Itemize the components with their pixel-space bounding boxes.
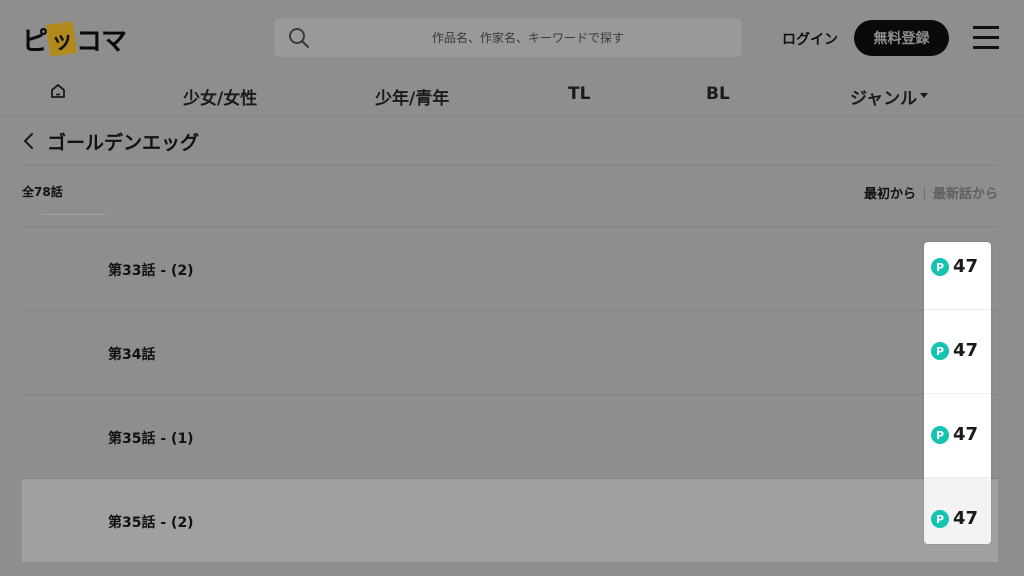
logo-text-tag: ッ: [45, 21, 78, 57]
price-column: P 47 P 47 P 47 P 47: [924, 242, 991, 544]
episode-row[interactable]: 第33話 - (2): [22, 226, 998, 310]
logo-text-before: ピ: [22, 26, 48, 57]
count-underline: [42, 214, 106, 215]
episode-row[interactable]: 第35話 - (2): [22, 478, 998, 562]
nav-genre-label: ジャンル: [850, 89, 918, 109]
point-coin-icon: P: [931, 510, 949, 528]
episode-title: 第35話 - (2): [108, 515, 194, 531]
price-value: 47: [953, 340, 979, 361]
episode-price[interactable]: P 47: [924, 393, 991, 477]
home-icon[interactable]: [49, 82, 67, 100]
nav-tab-genre[interactable]: ジャンル: [850, 84, 929, 109]
episode-price[interactable]: P 47: [924, 477, 991, 544]
episode-row[interactable]: 第35話 - (1): [22, 394, 998, 478]
episode-title: 第35話 - (1): [108, 431, 194, 447]
page-title: ゴールデンエッグ: [47, 132, 200, 154]
nav-tab-shounen[interactable]: 少年/青年: [375, 84, 449, 109]
header: ピ ッ コマ 作品名、作家名、キーワードで探す ログイン 無料登録: [0, 0, 1024, 72]
caret-down-icon: [920, 92, 929, 98]
episode-row[interactable]: 第34話: [22, 310, 998, 394]
sort-latest-button[interactable]: 最新話から: [933, 183, 998, 202]
point-coin-icon: P: [931, 258, 949, 276]
price-value: 47: [953, 256, 979, 277]
register-button[interactable]: 無料登録: [854, 20, 949, 56]
sort-divider: [923, 186, 925, 199]
nav-tab-shoujo[interactable]: 少女/女性: [183, 84, 257, 109]
episode-title: 第33話 - (2): [108, 263, 194, 279]
hamburger-menu-icon[interactable]: [973, 26, 999, 49]
point-coin-icon: P: [931, 342, 949, 360]
back-arrow-icon[interactable]: [22, 132, 36, 150]
search-input[interactable]: 作品名、作家名、キーワードで探す: [274, 18, 742, 57]
episode-price[interactable]: P 47: [924, 309, 991, 393]
sort-controls: 最初から 最新話から: [864, 183, 998, 202]
episode-title: 第34話: [108, 347, 156, 363]
nav-tab-tl[interactable]: TL: [568, 84, 590, 104]
search-placeholder: 作品名、作家名、キーワードで探す: [431, 31, 624, 45]
price-value: 47: [953, 508, 979, 529]
logo-text-after: コマ: [76, 26, 127, 57]
episode-count-bar: 全78話 最初から 最新話から: [22, 166, 998, 215]
price-value: 47: [953, 424, 979, 445]
piccoma-logo[interactable]: ピ ッ コマ: [22, 21, 127, 57]
category-nav: 少女/女性 少年/青年 TL BL ジャンル: [0, 72, 1024, 116]
sort-first-button[interactable]: 最初から: [864, 183, 916, 202]
login-link[interactable]: ログイン: [782, 29, 838, 49]
point-coin-icon: P: [931, 426, 949, 444]
title-bar: ゴールデンエッグ: [22, 116, 998, 166]
episode-count: 全78話: [22, 185, 63, 199]
nav-tab-bl[interactable]: BL: [706, 84, 730, 104]
